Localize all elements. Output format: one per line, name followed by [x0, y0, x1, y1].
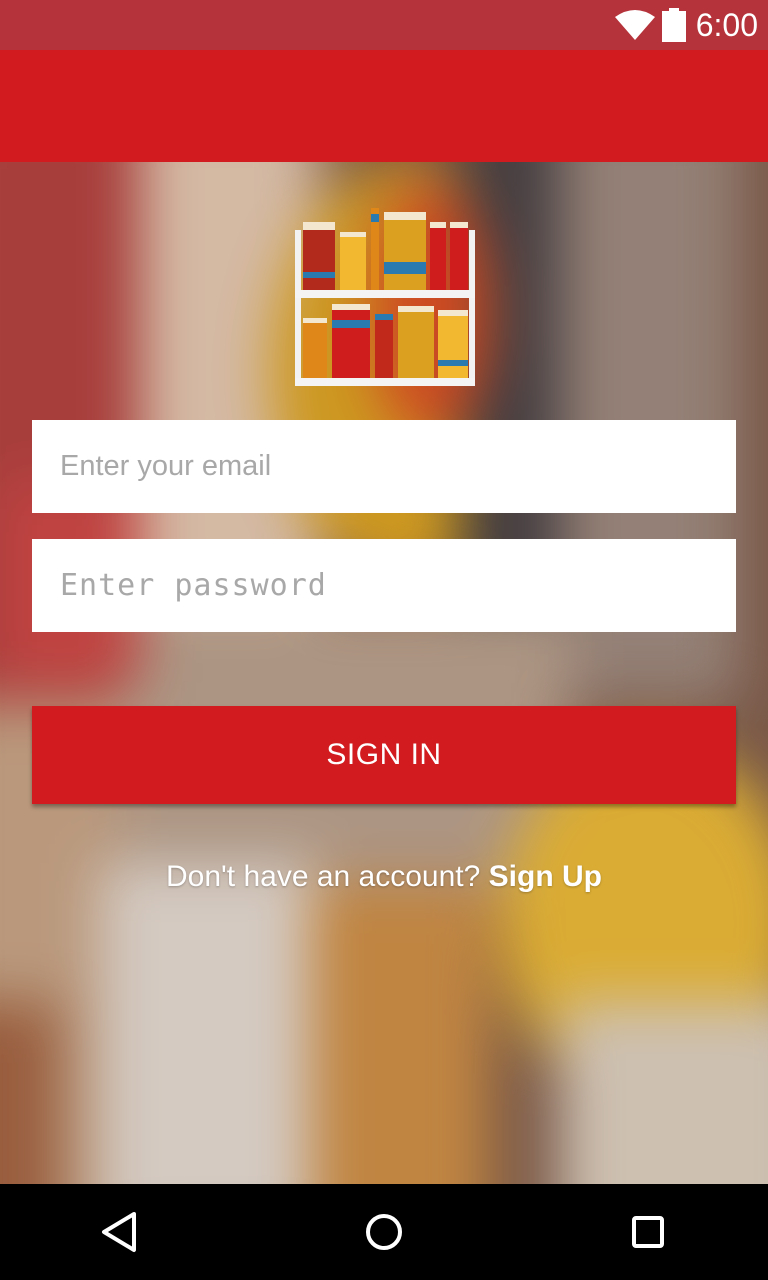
- sign-in-button[interactable]: SIGN IN: [32, 706, 736, 804]
- back-icon[interactable]: [96, 1208, 144, 1256]
- wifi-icon: [615, 10, 655, 40]
- signup-prompt: Don't have an account? Sign Up: [0, 860, 768, 894]
- signup-prompt-text: Don't have an account?: [166, 860, 481, 893]
- login-screen: 6:00 Enter your email Enter password SIG…: [0, 0, 768, 1280]
- home-icon[interactable]: [360, 1208, 408, 1256]
- bookshelf-logo-icon: [295, 208, 475, 386]
- status-time: 6:00: [695, 7, 758, 43]
- password-input[interactable]: [60, 539, 708, 632]
- recents-icon[interactable]: [624, 1208, 672, 1256]
- navigation-bar: [0, 1184, 768, 1280]
- email-input[interactable]: [60, 420, 708, 513]
- battery-icon: [662, 8, 686, 42]
- app-bar: [0, 50, 768, 162]
- email-field[interactable]: [32, 420, 736, 513]
- status-bar: 6:00: [0, 0, 768, 50]
- sign-up-link[interactable]: Sign Up: [489, 860, 602, 893]
- password-field[interactable]: [32, 539, 736, 632]
